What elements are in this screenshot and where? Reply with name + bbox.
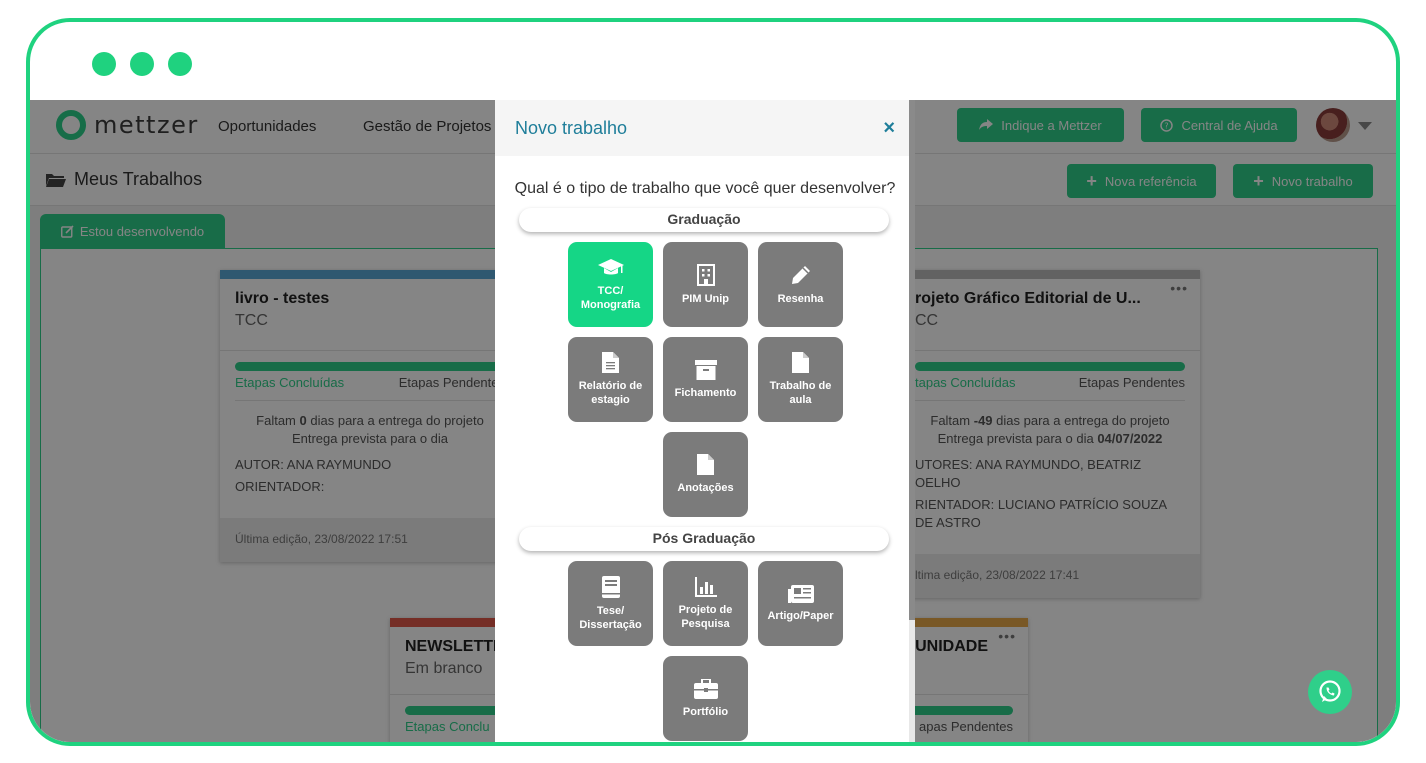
file-icon <box>697 454 714 475</box>
tile-fichamento[interactable]: Fichamento <box>663 337 748 422</box>
tile-label: Relatório de estagio <box>578 380 643 406</box>
modal-scrollbar[interactable] <box>909 100 915 742</box>
tile-label: TCC/ Monografia <box>580 284 641 311</box>
briefcase-icon <box>693 678 718 699</box>
tile-relatorio-estagio[interactable]: Relatório de estagio <box>568 337 653 422</box>
tile-artigo-paper[interactable]: Artigo/Paper <box>758 561 843 646</box>
window-dots <box>92 52 192 76</box>
archive-box-icon <box>694 359 717 380</box>
browser-frame: mettzer Oportunidades Gestão de Projetos… <box>26 18 1400 746</box>
modal-header: Novo trabalho × <box>495 100 915 156</box>
tile-label: Anotações <box>677 482 734 494</box>
tile-label: Trabalho de aula <box>769 380 832 406</box>
tile-resenha[interactable]: Resenha <box>758 242 843 327</box>
book-icon <box>601 575 620 598</box>
tile-label: Tese/ Dissertação <box>579 604 642 631</box>
novo-trabalho-modal: Novo trabalho × Qual é o tipo de trabalh… <box>495 100 915 742</box>
modal-question: Qual é o tipo de trabalho que você quer … <box>514 180 896 197</box>
bar-chart-icon <box>694 576 717 597</box>
modal-title: Novo trabalho <box>515 117 628 138</box>
tile-label: PIM Unip <box>681 292 730 305</box>
tile-anotacoes[interactable]: Anotações <box>663 432 748 517</box>
tile-pim-unip[interactable]: PIM Unip <box>663 242 748 327</box>
app-viewport: mettzer Oportunidades Gestão de Projetos… <box>30 100 1396 742</box>
newspaper-icon <box>787 584 814 603</box>
pencil-icon <box>791 265 810 284</box>
tile-label: Artigo/Paper <box>767 609 834 622</box>
tile-projeto-pesquisa[interactable]: Projeto de Pesquisa <box>663 561 748 646</box>
whatsapp-button[interactable] <box>1308 670 1352 714</box>
modal-scroll-thumb[interactable] <box>909 100 915 620</box>
tile-label: Fichamento <box>674 386 737 399</box>
window-dot <box>168 52 192 76</box>
tile-label: Portfólio <box>682 705 729 718</box>
whatsapp-icon <box>1319 680 1341 702</box>
close-icon[interactable]: × <box>883 117 895 140</box>
tile-label: Projeto de Pesquisa <box>678 603 733 630</box>
window-dot <box>92 52 116 76</box>
building-icon <box>696 263 715 286</box>
tile-trabalho-aula[interactable]: Trabalho de aula <box>758 337 843 422</box>
file-icon <box>792 352 809 373</box>
tile-tcc-monografia[interactable]: TCC/ Monografia <box>568 242 653 327</box>
tile-label: Resenha <box>777 292 824 305</box>
section-graduacao: Graduação <box>519 208 889 232</box>
document-icon <box>602 352 619 373</box>
section-pos-graduacao: Pós Graduação <box>519 527 889 551</box>
tile-portfolio[interactable]: Portfólio <box>663 656 748 741</box>
graduation-cap-icon <box>597 258 624 274</box>
tile-tese-dissertacao[interactable]: Tese/ Dissertação <box>568 561 653 646</box>
window-dot <box>130 52 154 76</box>
